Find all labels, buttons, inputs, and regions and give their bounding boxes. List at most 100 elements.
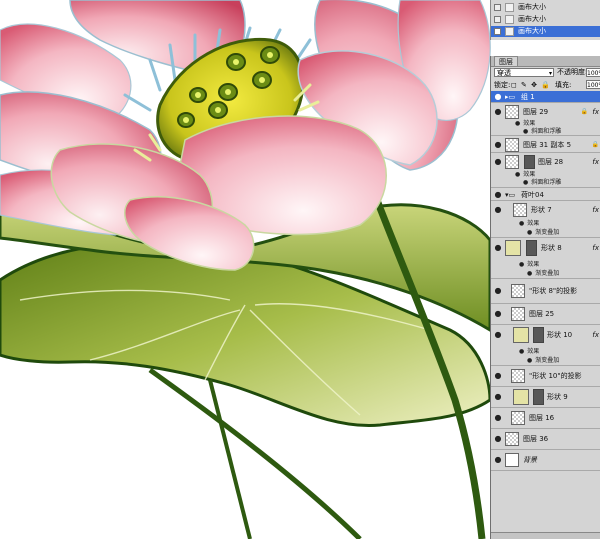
- effect-item[interactable]: ● 渐变叠加: [527, 270, 559, 278]
- eye-icon: ●: [519, 261, 525, 268]
- eye-icon: ●: [515, 120, 521, 127]
- blend-row: 穿透 ▾ 不透明度: 100%: [491, 66, 600, 79]
- eye-icon: ●: [515, 171, 521, 178]
- layer-row[interactable]: ● 图层 25: [491, 305, 600, 325]
- layer-thumbnail: [511, 411, 525, 425]
- layer-row[interactable]: ● "形状 8"的投影: [491, 280, 600, 304]
- lock-label: 锁定:: [494, 81, 511, 89]
- history-checkbox[interactable]: [494, 16, 501, 23]
- eye-icon[interactable]: ●: [493, 205, 503, 215]
- tab-layers[interactable]: 图层: [494, 56, 518, 66]
- layer-thumbnail: [505, 432, 519, 446]
- eye-icon[interactable]: ●: [493, 286, 503, 296]
- vector-mask-thumbnail: [533, 389, 544, 405]
- layer-thumbnail: [505, 105, 519, 119]
- layer-row[interactable]: ● 背景: [491, 451, 600, 471]
- group-folder-icon: ▾▭: [505, 191, 516, 199]
- layer-thumbnail: [513, 203, 527, 217]
- history-checkbox[interactable]: [494, 28, 501, 35]
- effects-row[interactable]: ● 效果: [519, 220, 539, 228]
- layers-panel: 图层 穿透 ▾ 不透明度: 100% 锁定: ◻ ✎ ✥ 🔒 填充: 100% …: [490, 56, 600, 539]
- lock-icons[interactable]: ◻ ✎ ✥ 🔒: [511, 80, 551, 90]
- color-fill-swatch[interactable]: [513, 389, 529, 405]
- history-panel: 画布大小 画布大小 画布大小: [490, 0, 600, 40]
- layer-thumbnail: [511, 307, 525, 321]
- fx-icon[interactable]: fx: [592, 243, 599, 253]
- eye-icon[interactable]: ●: [493, 92, 503, 102]
- layer-thumbnail: [505, 155, 519, 169]
- eye-icon[interactable]: ●: [493, 392, 503, 402]
- layer-row[interactable]: ● "形状 10"的投影: [491, 367, 600, 387]
- eye-icon[interactable]: ●: [493, 413, 503, 423]
- layer-thumbnail: [505, 138, 519, 152]
- eye-icon[interactable]: ●: [493, 107, 503, 117]
- history-item[interactable]: 画布大小: [491, 14, 600, 25]
- fx-icon[interactable]: fx: [592, 107, 599, 117]
- layer-thumbnail: [511, 284, 525, 298]
- eye-icon: ●: [527, 270, 533, 277]
- history-checkbox[interactable]: [494, 4, 501, 11]
- chevron-down-icon: ▾: [548, 70, 552, 77]
- eye-icon: ●: [523, 179, 529, 186]
- effect-item[interactable]: ● 渐变叠加: [527, 229, 559, 237]
- eye-icon[interactable]: ●: [493, 330, 503, 340]
- eye-icon[interactable]: ●: [493, 140, 503, 150]
- fx-icon[interactable]: fx: [592, 330, 599, 340]
- color-fill-swatch[interactable]: [505, 240, 521, 256]
- layer-row[interactable]: ● 图层 31 副本 5 🔒: [491, 137, 600, 153]
- effects-row[interactable]: ● 效果: [519, 261, 539, 269]
- layer-row[interactable]: ● 图层 28 fx ● 效果 ● 斜面和浮雕: [491, 154, 600, 188]
- eye-icon[interactable]: ●: [493, 455, 503, 465]
- layer-row-selected[interactable]: ● ▸▭ 组 1: [491, 91, 600, 103]
- eye-icon: ●: [527, 229, 533, 236]
- group-folder-icon: ▸▭: [505, 93, 516, 101]
- lock-icon: 🔒: [591, 141, 599, 148]
- layer-row[interactable]: ● 图层 16: [491, 409, 600, 429]
- history-step-icon: [505, 3, 514, 12]
- eye-icon: ●: [527, 357, 533, 364]
- layer-mask-thumbnail: [524, 155, 535, 169]
- eye-icon[interactable]: ●: [493, 309, 503, 319]
- effects-row[interactable]: ● 效果: [519, 348, 539, 356]
- lock-icon: 🔒: [580, 108, 588, 115]
- layer-row[interactable]: ● 形状 7 fx ● 效果 ● 渐变叠加: [491, 202, 600, 238]
- eye-icon[interactable]: ●: [493, 434, 503, 444]
- fill-input[interactable]: 100%: [586, 80, 600, 89]
- history-step-icon: [505, 27, 514, 36]
- eye-icon: ●: [523, 128, 529, 135]
- effect-item[interactable]: ● 斜面和浮雕: [523, 128, 561, 136]
- effect-item[interactable]: ● 渐变叠加: [527, 357, 559, 365]
- effects-row[interactable]: ● 效果: [515, 171, 535, 179]
- eye-icon: ●: [519, 220, 525, 227]
- layer-row[interactable]: ● 形状 9: [491, 388, 600, 408]
- lock-row: 锁定: ◻ ✎ ✥ 🔒 填充: 100%: [491, 79, 600, 91]
- fx-icon[interactable]: fx: [592, 157, 599, 167]
- opacity-input[interactable]: 100%: [586, 68, 600, 77]
- history-item-selected[interactable]: 画布大小: [491, 26, 600, 37]
- layer-group-row[interactable]: ● ▾▭ 荷叶04: [491, 189, 600, 201]
- color-fill-swatch[interactable]: [513, 327, 529, 343]
- layer-thumbnail: [511, 369, 525, 383]
- effect-item[interactable]: ● 斜面和浮雕: [523, 179, 561, 187]
- layer-row[interactable]: ● 图层 29 🔒 fx ● 效果 ● 斜面和浮雕: [491, 104, 600, 136]
- eye-icon[interactable]: ●: [493, 371, 503, 381]
- blend-mode-select[interactable]: 穿透 ▾: [494, 68, 554, 77]
- eye-icon[interactable]: ●: [493, 157, 503, 167]
- layers-panel-footer: [491, 532, 600, 539]
- layer-row[interactable]: ● 图层 36: [491, 430, 600, 450]
- history-item[interactable]: 画布大小: [491, 2, 600, 13]
- eye-icon: ●: [519, 348, 525, 355]
- layer-thumbnail: [505, 453, 519, 467]
- blend-mode-value: 穿透: [497, 69, 511, 77]
- eye-icon[interactable]: ●: [493, 190, 503, 200]
- vector-mask-thumbnail: [533, 327, 544, 343]
- eye-icon[interactable]: ●: [493, 243, 503, 253]
- opacity-label: 不透明度:: [557, 68, 588, 76]
- layer-row[interactable]: ● 形状 8 fx ● 效果 ● 渐变叠加: [491, 239, 600, 279]
- effects-row[interactable]: ● 效果: [515, 120, 535, 128]
- lotus-stem-thin-2: [208, 379, 252, 539]
- fill-label: 填充:: [555, 81, 572, 89]
- history-step-icon: [505, 15, 514, 24]
- layer-row[interactable]: ● 形状 10 fx ● 效果 ● 渐变叠加: [491, 326, 600, 366]
- fx-icon[interactable]: fx: [592, 205, 599, 215]
